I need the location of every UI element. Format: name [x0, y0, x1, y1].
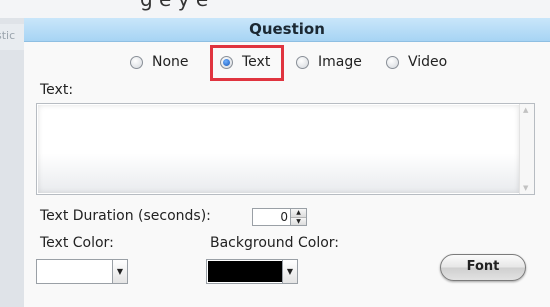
selection-highlight-box	[210, 45, 284, 81]
arrow-up-icon[interactable]: ▲	[291, 209, 306, 217]
radio-image-indicator[interactable]	[296, 55, 309, 69]
radio-video-label: Video	[408, 54, 448, 70]
duration-spinner[interactable]: 0 ▲ ▼	[252, 208, 307, 226]
radio-none-indicator[interactable]	[130, 55, 143, 69]
text-color-label: Text Color:	[40, 235, 114, 251]
scroll-up-icon[interactable]: ▲	[523, 106, 528, 114]
duration-value[interactable]: 0	[280, 210, 288, 224]
background-color-label: Background Color:	[210, 235, 339, 251]
arrow-down-icon[interactable]: ▼	[291, 217, 306, 225]
background-window: stic	[0, 18, 25, 307]
dialog-title: Question	[24, 18, 550, 42]
text-color-swatch	[38, 261, 112, 282]
duration-label: Text Duration (seconds):	[40, 208, 211, 224]
text-input-content[interactable]	[38, 105, 519, 193]
chevron-down-icon[interactable]: ▼	[282, 260, 297, 283]
radio-image-label: Image	[318, 54, 362, 70]
cropped-top-text: g e y e	[0, 0, 550, 18]
question-dialog: Question None Text Image Video Text: ▲ ▼…	[24, 18, 550, 307]
text-area-scrollbar[interactable]: ▲ ▼	[519, 104, 534, 194]
text-input-area[interactable]: ▲ ▼	[36, 103, 535, 195]
radio-video[interactable]: Video	[386, 52, 447, 72]
background-color-select[interactable]: ▼	[206, 259, 298, 284]
radio-video-indicator[interactable]	[386, 55, 399, 69]
background-tab-label: stic	[0, 29, 16, 42]
radio-image[interactable]: Image	[296, 52, 362, 72]
text-label: Text:	[40, 82, 74, 98]
background-tab: stic	[0, 24, 24, 50]
radio-none-label: None	[152, 54, 189, 70]
font-button[interactable]: Font	[440, 254, 526, 281]
background-color-swatch	[208, 261, 282, 282]
radio-none[interactable]: None	[130, 52, 189, 72]
text-color-select[interactable]: ▼	[36, 259, 128, 284]
chevron-down-icon[interactable]: ▼	[112, 260, 127, 283]
scroll-down-icon[interactable]: ▼	[523, 184, 528, 192]
